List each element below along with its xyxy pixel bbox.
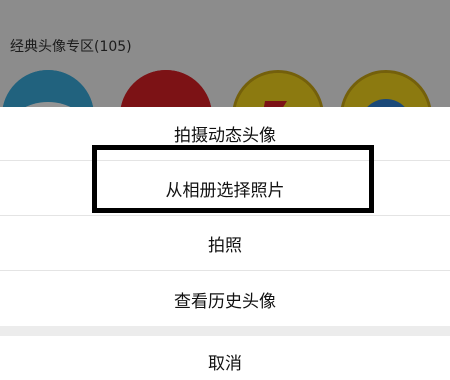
sheet-divider: [0, 326, 450, 336]
view-history-avatars-button[interactable]: 查看历史头像: [0, 272, 450, 326]
highlight-box: [92, 145, 374, 213]
cancel-button[interactable]: 取消: [0, 336, 450, 380]
take-photo-button[interactable]: 拍照: [0, 217, 450, 271]
